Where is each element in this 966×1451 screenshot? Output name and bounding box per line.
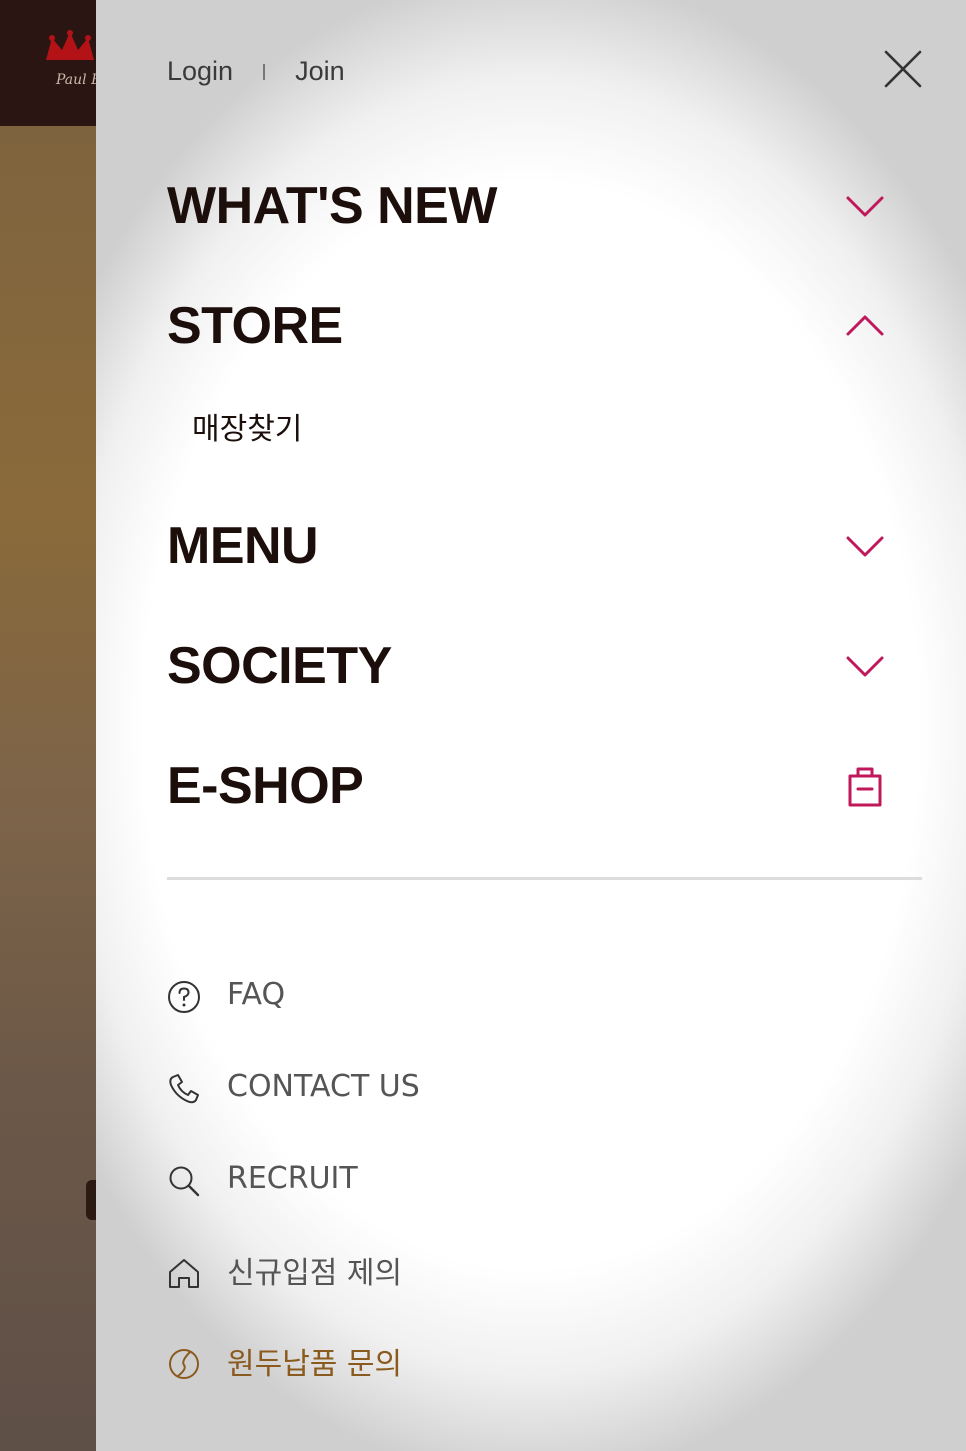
coffee-bean-icon — [169, 1349, 199, 1379]
phone-icon — [169, 1074, 199, 1104]
nav-item-eshop[interactable]: E-SHOP — [167, 754, 887, 818]
util-label: 원두납품 문의 — [227, 1347, 403, 1382]
nav-item-label: STORE — [167, 297, 343, 355]
side-menu-drawer: Login Join WHAT'S NEW STORE 매장찾기 MENU SO… — [96, 0, 966, 1451]
chevron-up-icon — [846, 315, 884, 336]
nav-item-label: MENU — [167, 517, 319, 575]
nav-item-label: WHAT'S NEW — [167, 177, 497, 235]
sub-item-find-store[interactable]: 매장찾기 — [192, 404, 302, 448]
shopping-bag-icon — [848, 767, 882, 807]
recruit-link[interactable]: RECRUIT — [167, 1158, 358, 1198]
join-link[interactable]: Join — [295, 56, 345, 87]
menu-divider — [167, 877, 922, 880]
auth-links: Login Join — [167, 56, 345, 87]
nav-item-whats-new[interactable]: WHAT'S NEW — [167, 174, 887, 238]
util-label: RECRUIT — [227, 1160, 358, 1196]
search-icon — [169, 1166, 200, 1197]
close-icon — [884, 50, 922, 88]
nav-item-label: SOCIETY — [167, 637, 392, 695]
bean-supply-inquiry-link[interactable]: 원두납품 문의 — [167, 1341, 403, 1382]
faq-link[interactable]: FAQ — [167, 974, 285, 1014]
chevron-down-icon — [846, 656, 884, 677]
logo-script-text: Paul B — [56, 72, 102, 88]
crown-icon — [46, 30, 94, 60]
util-label: CONTACT US — [227, 1068, 420, 1104]
brand-logo: Paul B — [44, 30, 101, 94]
nav-item-menu[interactable]: MENU — [167, 514, 887, 578]
util-label: FAQ — [227, 976, 286, 1012]
nav-item-store[interactable]: STORE — [167, 294, 887, 358]
nav-item-society[interactable]: SOCIETY — [167, 634, 887, 698]
nav-item-label: E-SHOP — [167, 757, 364, 815]
new-store-proposal-link[interactable]: 신규입점 제의 — [167, 1250, 403, 1291]
contact-us-link[interactable]: CONTACT US — [167, 1066, 420, 1106]
auth-separator — [263, 63, 266, 80]
chevron-down-icon — [846, 196, 884, 217]
util-label: 신규입점 제의 — [227, 1256, 403, 1291]
home-icon — [169, 1259, 199, 1288]
login-link[interactable]: Login — [167, 56, 233, 87]
chevron-down-icon — [846, 536, 884, 557]
question-circle-icon — [168, 981, 200, 1013]
close-button[interactable] — [882, 48, 924, 90]
background-cup — [86, 1180, 96, 1220]
